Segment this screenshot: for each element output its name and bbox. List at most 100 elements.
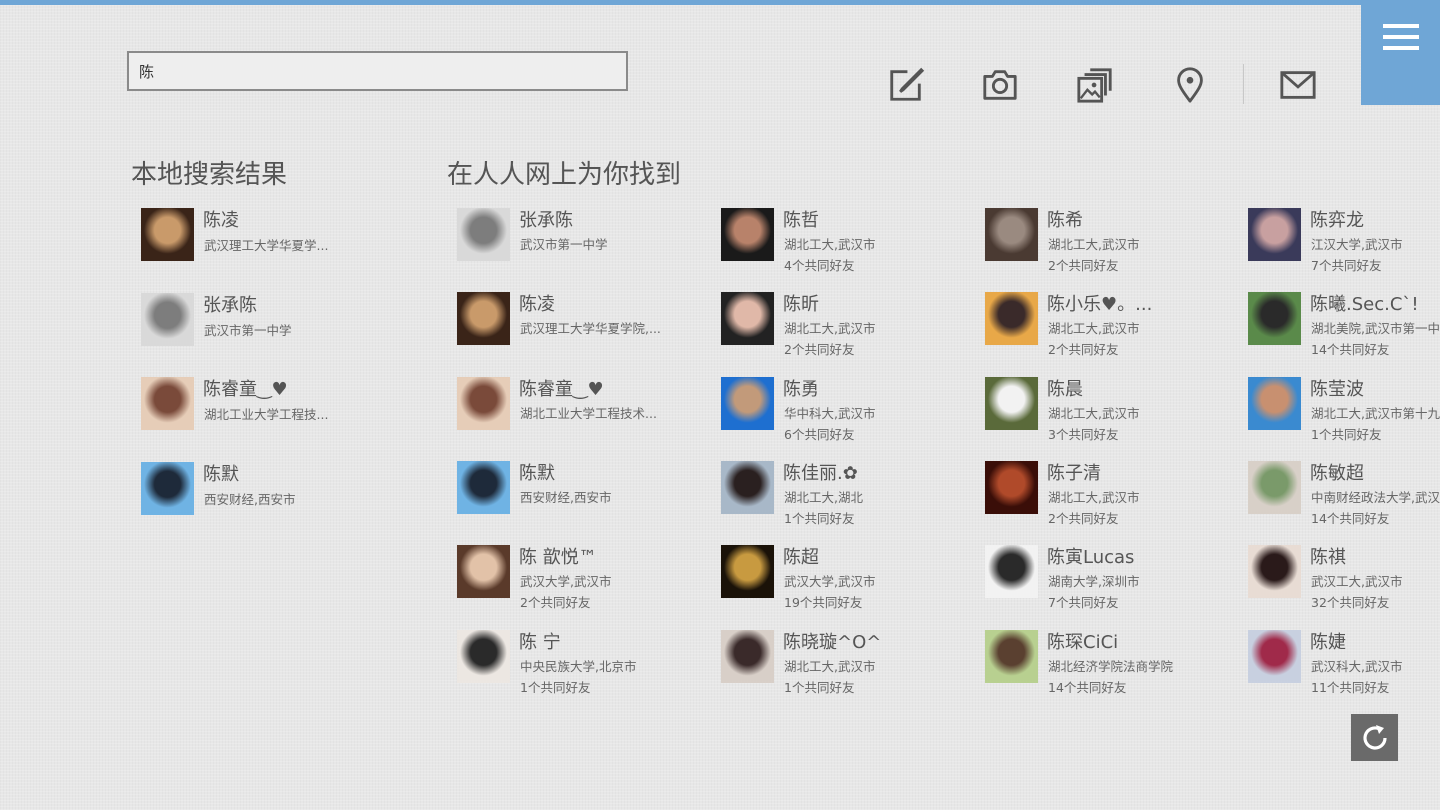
online-result-item[interactable]: 陈子清湖北工大,武汉市 2个共同好友 [985,460,1235,533]
result-school: 中南财经政法大学,武汉 [1311,489,1440,505]
result-name: 陈凌 [203,210,239,231]
result-school: 武汉市第一中学 [520,237,608,252]
result-school: 湖北工大,武汉市 [784,321,876,337]
online-result-item[interactable]: 陈小乐♥。... 湖北工大,武汉市 2个共同好友 [985,292,1235,364]
mutual-friends-count: 3个共同好友 [1048,426,1119,442]
mail-icon[interactable] [1275,62,1321,108]
mutual-friends-count: 2个共同好友 [520,595,591,611]
online-result-item[interactable]: 陈默 西安财经,西安市 [457,460,707,533]
result-school: 武汉大学,武汉市 [520,574,612,590]
result-school: 湖北工业大学工程技术... [520,405,657,421]
result-school: 湖北工大,武汉市 [1048,321,1140,337]
top-accent-bar [0,0,1440,5]
result-name: 张承陈 [519,210,573,231]
mutual-friends-count: 1个共同好友 [784,679,855,695]
mutual-friends-count: 1个共同好友 [520,679,591,695]
avatar [721,460,774,514]
result-school: 武汉大学,武汉市 [784,574,876,590]
avatar [721,629,774,683]
refresh-button[interactable] [1351,714,1398,761]
mutual-friends-count: 14个共同好友 [1311,510,1390,526]
online-result-item[interactable]: 陈希 湖北工大,武汉市 2个共同好友 [985,208,1235,280]
avatar [141,292,194,346]
result-name: 陈寅Lucas [1047,547,1135,569]
avatar [141,377,194,430]
online-result-item[interactable]: 陈晨 湖北工大,武汉市 3个共同好友 [985,376,1235,449]
photos-icon[interactable] [1072,62,1118,108]
local-result-item[interactable]: 陈睿童‿♥ 湖北工业大学工程技... [141,377,391,449]
result-name: 陈 宁 [519,631,561,653]
avatar [457,629,510,683]
avatar [985,292,1038,346]
online-result-item[interactable]: 陈弈龙 江汉大学,武汉市 7个共同好友 [1248,208,1440,280]
mutual-friends-count: 6个共同好友 [784,426,855,442]
avatar [985,376,1038,430]
online-result-item[interactable]: 陈勇 华中科大,武汉市 6个共同好友 [721,376,971,449]
menu-icon [1382,24,1419,50]
online-result-item[interactable]: 陈琛CiCi 湖北经济学院法商学院 14个共同好友 [985,629,1235,702]
result-name: 陈默 [519,462,555,484]
online-result-item[interactable]: 陈敏超 中南财经政法大学,武汉 14个共同好友 [1248,460,1440,533]
online-result-item[interactable]: 陈昕 湖北工大,武汉市 2个共同好友 [721,292,971,364]
local-result-item[interactable]: 陈凌武汉理工大学华夏学... [141,208,391,280]
mutual-friends-count: 32个共同好友 [1311,595,1390,611]
online-result-item[interactable]: 陈晓璇^O^ 湖北工大,武汉市 1个共同好友 [721,629,971,702]
local-results-title: 本地搜索结果 [131,160,288,190]
result-school: 武汉市第一中学 [204,322,292,338]
avatar [721,376,774,430]
mutual-friends-count: 7个共同好友 [1048,595,1119,611]
mutual-friends-count: 11个共同好友 [1311,679,1390,695]
result-name: 陈弈龙 [1310,210,1364,231]
menu-button[interactable] [1361,5,1440,105]
result-name: 陈凌 [519,294,555,316]
location-icon[interactable] [1167,62,1213,108]
online-result-item[interactable]: 陈超 武汉大学,武汉市 19个共同好友 [721,545,971,617]
result-school: 武汉理工大学华夏学院,... [520,321,661,337]
online-result-item[interactable]: 陈曦.Sec.C`! 湖北美院,武汉市第一中 14个共同好友 [1248,292,1440,364]
result-name: 陈哲 [783,210,819,231]
result-name: 陈莹波 [1310,378,1364,400]
result-name: 陈睿童‿♥ [519,378,604,400]
result-school: 武汉工大,武汉市 [1311,574,1403,590]
online-result-item[interactable]: 陈哲 湖北工大,武汉市 4个共同好友 [721,208,971,280]
avatar [985,460,1038,514]
online-result-item[interactable]: 陈莹波 湖北工大,武汉市第十九 1个共同好友 [1248,376,1440,449]
result-name: 陈婕 [1310,631,1346,653]
online-result-item[interactable]: 陈 宁中央民族大学,北京市 1个共同好友 [457,629,707,702]
online-result-item[interactable]: 陈睿童‿♥ 湖北工业大学工程技术... [457,376,707,449]
result-name: 陈希 [1047,210,1083,231]
result-name: 陈曦.Sec.C`! [1310,294,1419,316]
result-name: 陈小乐♥。... [1047,294,1153,316]
result-name: 陈默 [203,463,239,485]
result-name: 陈晨 [1047,378,1083,400]
avatar [457,376,510,430]
online-result-item[interactable]: 陈佳丽.✿ 湖北工大,湖北 1个共同好友 [721,460,971,533]
edit-icon[interactable] [883,62,929,108]
camera-icon[interactable] [977,62,1023,108]
result-school: 湖北美院,武汉市第一中 [1311,321,1440,337]
local-result-item[interactable]: 张承陈 武汉市第一中学 [141,292,391,365]
mutual-friends-count: 2个共同好友 [1048,510,1119,526]
search-input[interactable] [127,51,628,91]
online-result-item[interactable]: 陈 歆悦™ 武汉大学,武汉市 2个共同好友 [457,545,707,617]
mutual-friends-count: 2个共同好友 [1048,258,1119,273]
result-school: 湖北工大,武汉市 [1048,489,1140,505]
result-school: 湖北经济学院法商学院 [1048,658,1174,674]
result-school: 湖北工大,武汉市 [784,658,876,674]
online-result-item[interactable]: 陈婕 武汉科大,武汉市 11个共同好友 [1248,629,1440,702]
result-name: 陈 歆悦™ [519,547,597,569]
avatar [457,292,510,346]
local-result-item[interactable]: 陈默 西安财经,西安市 [141,461,391,534]
result-school: 湖南大学,深圳市 [1048,574,1140,590]
online-result-item[interactable]: 陈祺武汉工大,武汉市 32个共同好友 [1248,545,1440,617]
result-name: 陈祺 [1310,547,1346,569]
online-results-title: 在人人网上为你找到 [447,160,682,190]
result-name: 陈子清 [1047,462,1101,484]
avatar [985,545,1038,599]
mutual-friends-count: 1个共同好友 [784,510,855,526]
online-result-item[interactable]: 陈凌武汉理工大学华夏学院,... [457,292,707,364]
online-result-item[interactable]: 张承陈武汉市第一中学 [457,208,707,280]
online-result-item[interactable]: 陈寅Lucas 湖南大学,深圳市 7个共同好友 [985,545,1235,617]
toolbar-divider [1243,64,1244,104]
result-school: 武汉理工大学华夏学... [204,238,329,253]
